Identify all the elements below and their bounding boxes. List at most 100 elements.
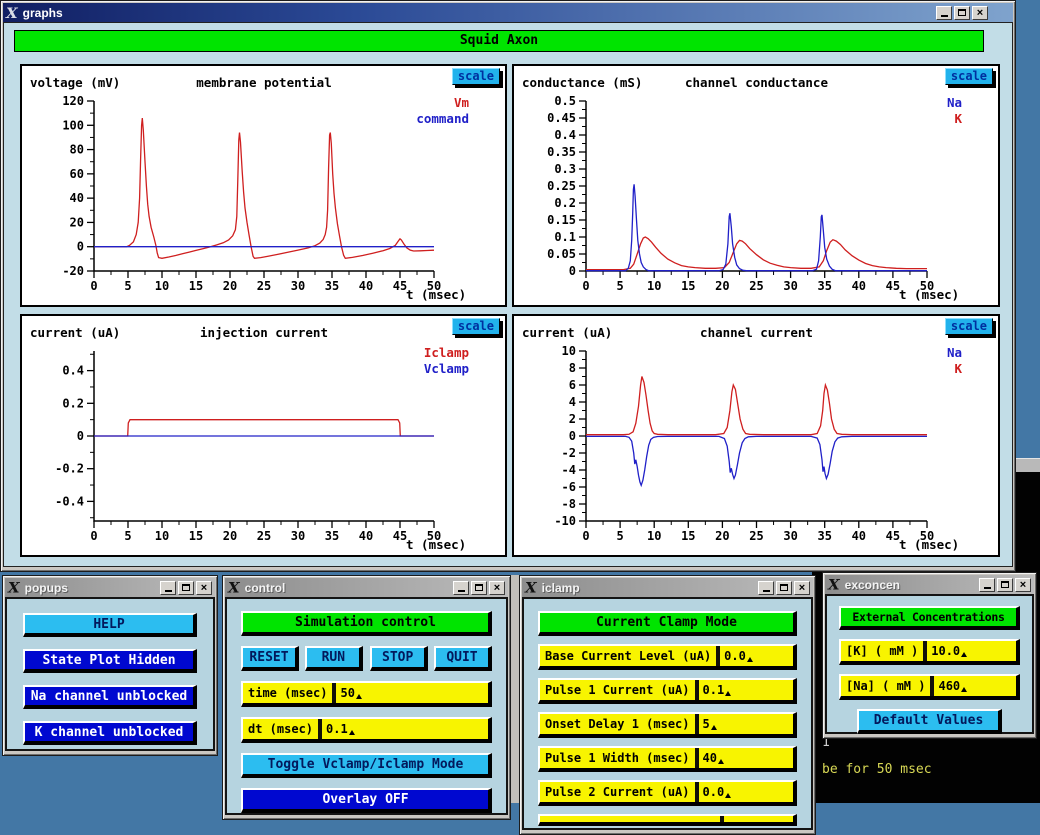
close-button[interactable]: × bbox=[794, 581, 810, 595]
y-tick-label: -0.4 bbox=[55, 494, 84, 508]
series-Na bbox=[586, 184, 927, 270]
na-concentration-input[interactable]: 460 bbox=[934, 676, 1016, 696]
close-icon: × bbox=[799, 583, 805, 593]
text-caret bbox=[356, 694, 362, 699]
x-tick-label: 35 bbox=[817, 279, 831, 293]
pulse1-current-field: Pulse 1 Current (uA) 0.1 bbox=[538, 678, 797, 704]
partial-input[interactable] bbox=[724, 816, 793, 822]
x-tick-label: 0 bbox=[90, 279, 97, 293]
na-channel-button[interactable]: Na channel unblocked bbox=[23, 685, 197, 709]
chart-injection-current: -0.4-0.200.20.405101520253035404550curre… bbox=[22, 316, 505, 555]
x-tick-label: 10 bbox=[647, 279, 661, 293]
scale-button[interactable]: scale bbox=[452, 318, 500, 335]
pulse2-current-field: Pulse 2 Current (uA) 0.0 bbox=[538, 780, 797, 806]
text-caret bbox=[349, 730, 355, 735]
dt-field-input[interactable]: 0.1 bbox=[322, 719, 488, 739]
y-tick-label: 60 bbox=[70, 167, 84, 181]
close-button[interactable]: × bbox=[196, 581, 212, 595]
state-plot-button[interactable]: State Plot Hidden bbox=[23, 649, 197, 673]
close-button[interactable]: × bbox=[972, 6, 988, 20]
close-button[interactable]: × bbox=[489, 581, 505, 595]
y-tick-label: 0 bbox=[77, 429, 84, 443]
window-title: popups bbox=[25, 581, 68, 595]
overlay-button[interactable]: Overlay OFF bbox=[241, 788, 492, 813]
k-concentration-input[interactable]: 10.0 bbox=[927, 641, 1016, 661]
legend-Na: Na bbox=[947, 95, 962, 110]
legend-command: command bbox=[416, 111, 469, 126]
minimize-icon bbox=[165, 590, 172, 592]
axes bbox=[94, 101, 434, 271]
close-button[interactable]: × bbox=[1015, 578, 1031, 592]
maximize-button[interactable] bbox=[471, 581, 487, 595]
x-axis-label: t (msec) bbox=[406, 287, 466, 302]
minimize-button[interactable] bbox=[936, 6, 952, 20]
minimize-icon bbox=[984, 587, 991, 589]
minimize-button[interactable] bbox=[979, 578, 995, 592]
window-title: graphs bbox=[23, 6, 63, 20]
stop-button[interactable]: STOP bbox=[370, 646, 428, 671]
chart-title: membrane potential bbox=[196, 75, 331, 90]
maximize-button[interactable] bbox=[178, 581, 194, 595]
onset-delay1-input[interactable]: 5 bbox=[699, 714, 794, 734]
maximize-button[interactable] bbox=[997, 578, 1013, 592]
onset-delay1-field: Onset Delay 1 (msec) 5 bbox=[538, 712, 797, 738]
minimize-button[interactable] bbox=[758, 581, 774, 595]
pulse1-width-input[interactable]: 40 bbox=[699, 748, 794, 768]
x-tick-label: 15 bbox=[681, 529, 695, 543]
maximize-button[interactable] bbox=[954, 6, 970, 20]
squid-axon-banner: Squid Axon bbox=[14, 30, 984, 52]
reset-button[interactable]: RESET bbox=[241, 646, 299, 671]
x-logo-icon: X bbox=[8, 581, 20, 594]
help-button[interactable]: HELP bbox=[23, 613, 197, 637]
y-tick-label: -10 bbox=[554, 514, 576, 528]
x-tick-label: 30 bbox=[291, 529, 305, 543]
axes bbox=[586, 101, 927, 271]
pulse2-current-input[interactable]: 0.0 bbox=[699, 782, 794, 802]
x-tick-label: 30 bbox=[783, 529, 797, 543]
pulse1-current-input[interactable]: 0.1 bbox=[699, 680, 794, 700]
exconcen-titlebar[interactable]: X exconcen × bbox=[825, 575, 1034, 594]
y-tick-label: 8 bbox=[569, 361, 576, 375]
current-clamp-banner: Current Clamp Mode bbox=[538, 611, 797, 636]
y-tick-label: 0.4 bbox=[62, 364, 84, 378]
control-titlebar[interactable]: X control × bbox=[225, 578, 508, 597]
y-tick-label: 0.3 bbox=[554, 162, 576, 176]
desktop: { "desktop": { "bg": "#4377a5", "termina… bbox=[0, 0, 1040, 803]
series-K bbox=[586, 237, 927, 270]
x-tick-label: 20 bbox=[223, 529, 237, 543]
scale-button[interactable]: scale bbox=[945, 318, 993, 335]
iclamp-titlebar[interactable]: X iclamp × bbox=[522, 578, 813, 597]
minimize-button[interactable] bbox=[453, 581, 469, 595]
scale-button[interactable]: scale bbox=[945, 68, 993, 85]
maximize-button[interactable] bbox=[776, 581, 792, 595]
close-icon: × bbox=[201, 583, 207, 593]
quit-button[interactable]: QUIT bbox=[434, 646, 492, 671]
legend-Vclamp: Vclamp bbox=[424, 361, 469, 376]
x-tick-label: 40 bbox=[359, 279, 373, 293]
legend-K: K bbox=[954, 361, 962, 376]
graphs-titlebar[interactable]: X graphs × bbox=[3, 3, 1013, 22]
terminal-text-line2: be for 50 msec bbox=[822, 762, 932, 777]
time-field-input[interactable]: 50 bbox=[336, 683, 488, 703]
popups-titlebar[interactable]: X popups × bbox=[5, 578, 215, 597]
y-tick-label: 0.15 bbox=[547, 213, 576, 227]
k-channel-button[interactable]: K channel unblocked bbox=[23, 721, 197, 745]
base-current-field: Base Current Level (uA) 0.0 bbox=[538, 644, 797, 670]
minimize-button[interactable] bbox=[160, 581, 176, 595]
chart-title: injection current bbox=[200, 325, 328, 340]
x-tick-label: 0 bbox=[582, 529, 589, 543]
default-values-button[interactable]: Default Values bbox=[857, 709, 1002, 734]
legend-Na: Na bbox=[947, 345, 962, 360]
x-tick-label: 25 bbox=[257, 529, 271, 543]
y-tick-label: -4 bbox=[562, 463, 576, 477]
base-current-input[interactable]: 0.0 bbox=[720, 646, 793, 666]
toggle-clamp-mode-button[interactable]: Toggle Vclamp/Iclamp Mode bbox=[241, 753, 492, 778]
text-caret bbox=[718, 759, 724, 764]
y-tick-label: 0.5 bbox=[554, 94, 576, 108]
series-Vm bbox=[94, 118, 434, 258]
x-tick-label: 45 bbox=[886, 529, 900, 543]
text-caret bbox=[725, 691, 731, 696]
run-button[interactable]: RUN bbox=[305, 646, 363, 671]
y-tick-label: 6 bbox=[569, 378, 576, 392]
scale-button[interactable]: scale bbox=[452, 68, 500, 85]
